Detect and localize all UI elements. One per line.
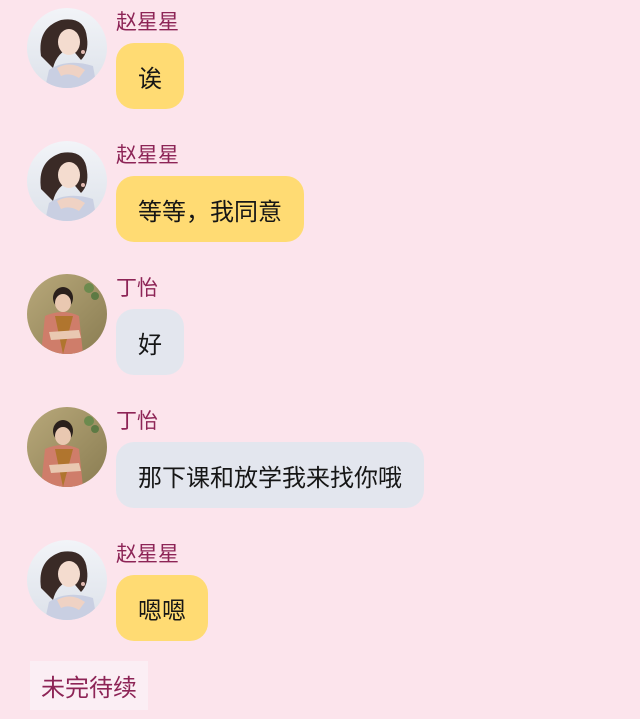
message-bubble[interactable]: 诶 [116, 43, 184, 109]
sender-name: 赵星星 [116, 542, 179, 566]
sender-name: 赵星星 [116, 10, 179, 34]
message-bubble[interactable]: 好 [116, 309, 184, 375]
sender-name: 丁怡 [116, 409, 158, 433]
avatar-ding-yi[interactable] [27, 274, 107, 354]
avatar-zhao-xingxing[interactable] [27, 540, 107, 620]
message-bubble[interactable]: 等等，我同意 [116, 176, 304, 242]
avatar-zhao-xingxing[interactable] [27, 141, 107, 221]
sender-name: 赵星星 [116, 143, 179, 167]
chat-area: 赵星星 诶 赵星星 等等，我同意 丁怡 好 丁怡 那下课和放学我来找你哦 赵星星… [0, 0, 640, 719]
message-bubble[interactable]: 那下课和放学我来找你哦 [116, 442, 424, 508]
sender-name: 丁怡 [116, 276, 158, 300]
avatar-ding-yi[interactable] [27, 407, 107, 487]
message-bubble[interactable]: 嗯嗯 [116, 575, 208, 641]
to-be-continued-label: 未完待续 [30, 661, 148, 710]
avatar-zhao-xingxing[interactable] [27, 8, 107, 88]
